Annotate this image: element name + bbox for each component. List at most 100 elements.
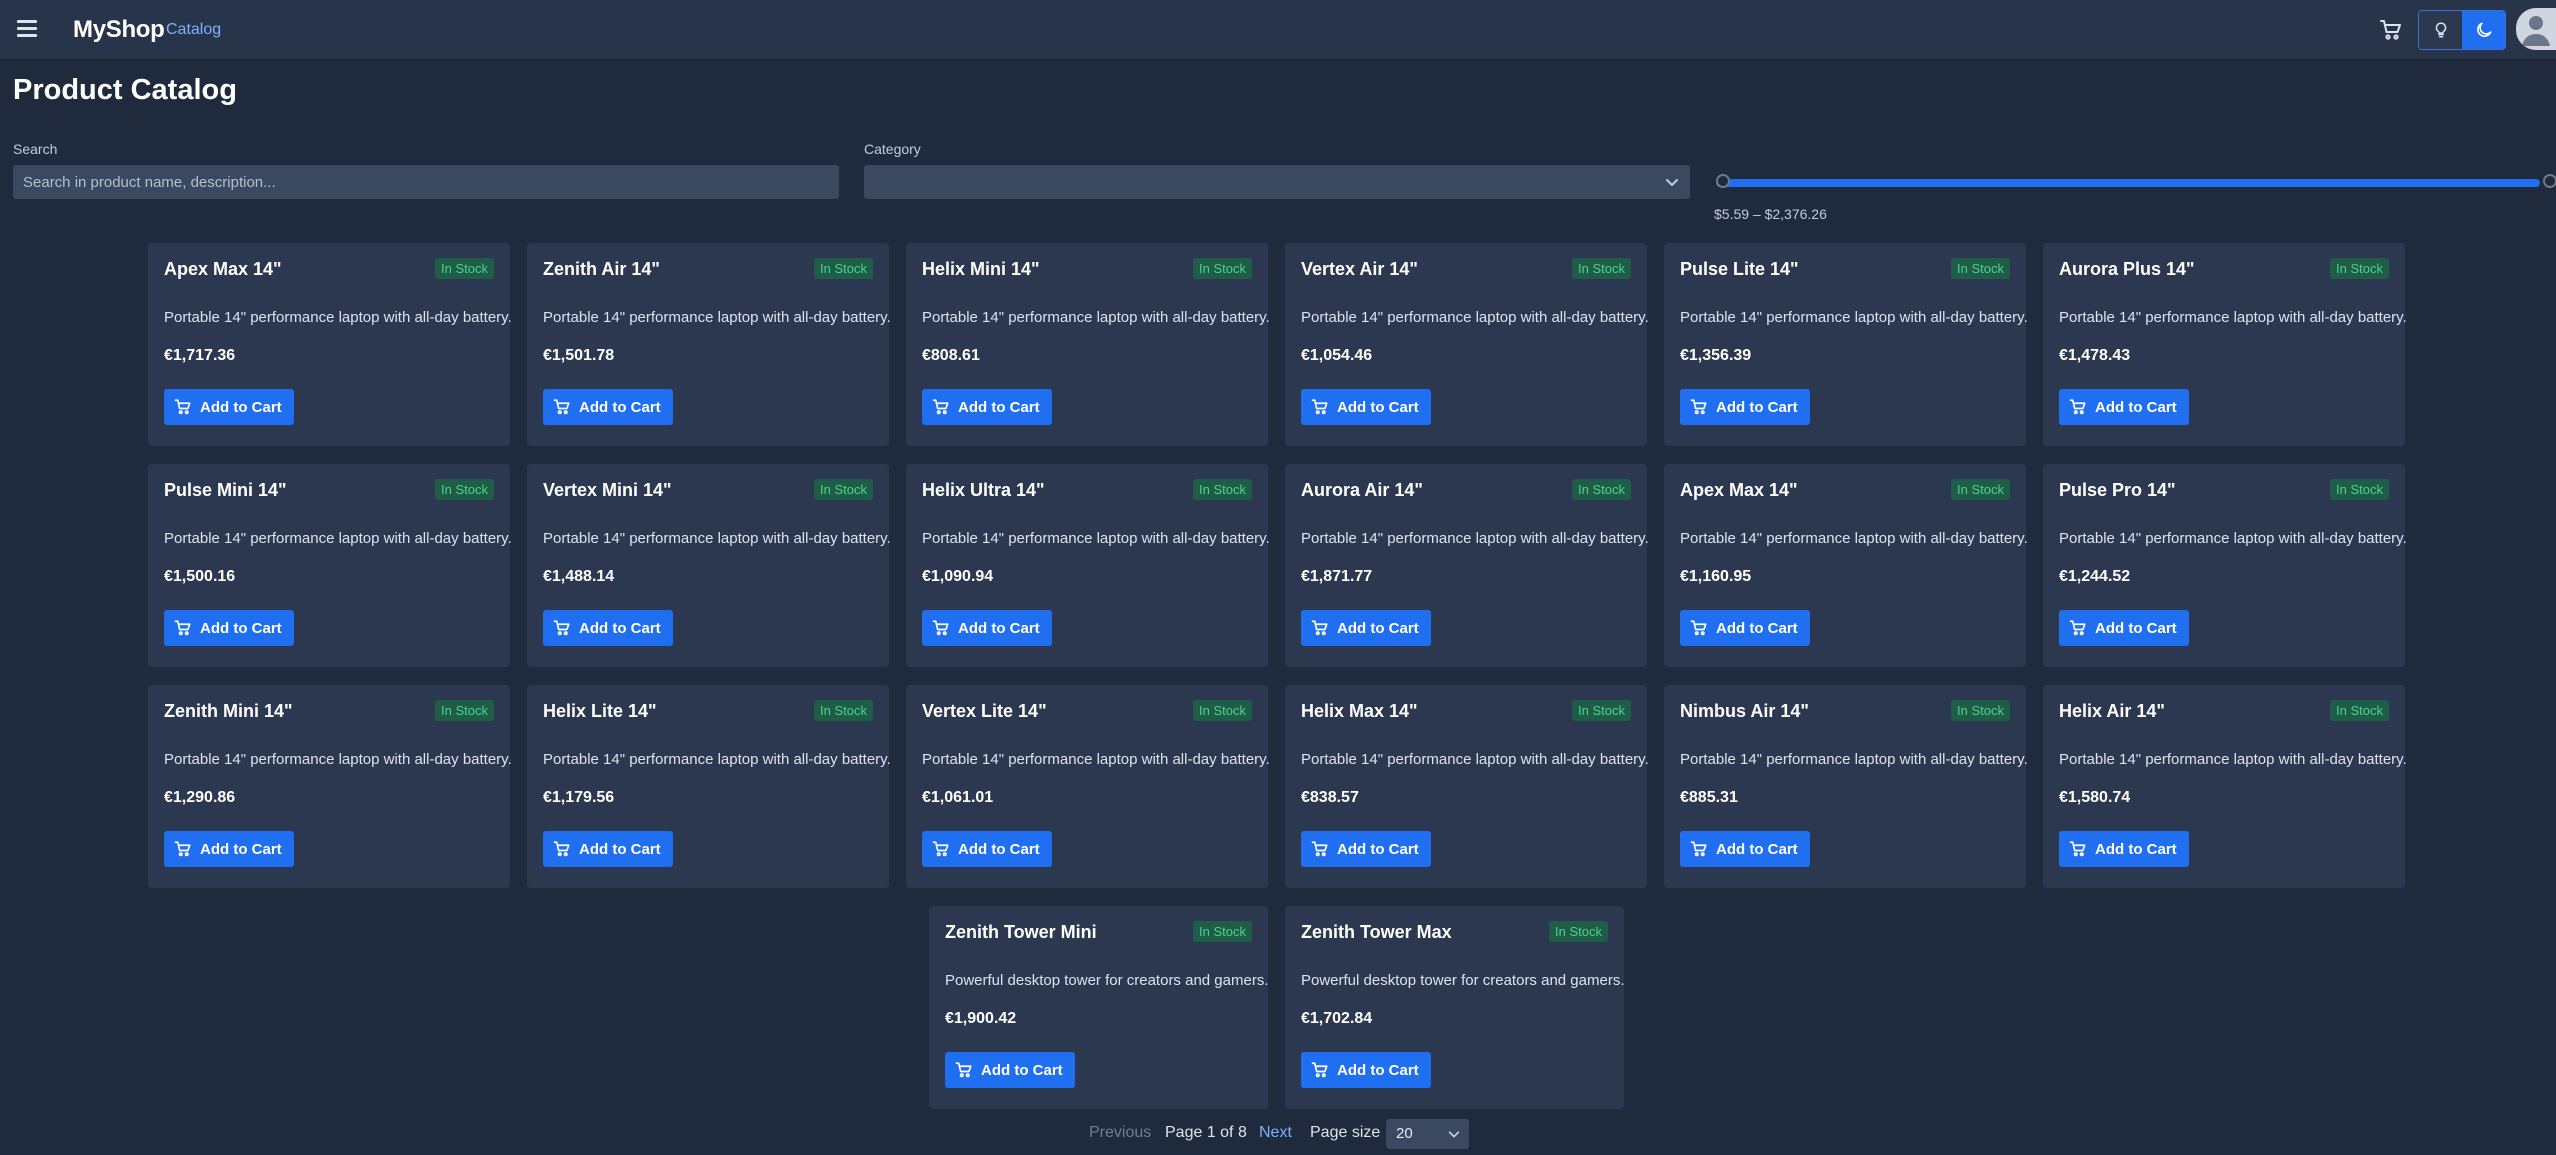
- page-title: Product Catalog: [13, 74, 237, 106]
- cart-icon: [553, 841, 570, 857]
- brand-logo[interactable]: MyShop: [73, 16, 165, 44]
- add-to-cart-button[interactable]: Add to Cart: [922, 389, 1052, 425]
- product-card: Zenith Tower Max In Stock Powerful deskt…: [1285, 906, 1624, 1109]
- add-to-cart-button[interactable]: Add to Cart: [945, 1052, 1075, 1088]
- user-avatar-button[interactable]: [2516, 8, 2556, 50]
- page-size-select[interactable]: 20: [1386, 1119, 1469, 1149]
- product-card: Helix Lite 14" In Stock Portable 14" per…: [527, 685, 891, 888]
- product-price: €1,090.94: [922, 568, 994, 585]
- product-name: Aurora Plus 14": [2059, 259, 2195, 279]
- add-to-cart-label: Add to Cart: [1716, 398, 1798, 416]
- moon-icon: [2476, 22, 2491, 37]
- add-to-cart-button[interactable]: Add to Cart: [1680, 610, 1810, 646]
- add-to-cart-label: Add to Cart: [1716, 840, 1798, 858]
- add-to-cart-label: Add to Cart: [200, 840, 282, 858]
- product-card: Helix Max 14" In Stock Portable 14" perf…: [1285, 685, 1649, 888]
- product-name: Pulse Mini 14": [164, 480, 287, 500]
- product-name: Helix Air 14": [2059, 701, 2165, 721]
- category-select[interactable]: [864, 165, 1690, 199]
- price-max-handle[interactable]: [2543, 174, 2556, 188]
- add-to-cart-label: Add to Cart: [981, 1061, 1063, 1079]
- add-to-cart-label: Add to Cart: [1337, 1061, 1419, 1079]
- price-min-handle[interactable]: [1716, 174, 1730, 188]
- stock-badge: In Stock: [814, 479, 873, 500]
- add-to-cart-button[interactable]: Add to Cart: [1301, 610, 1431, 646]
- product-card: Apex Max 14" In Stock Portable 14" perfo…: [148, 243, 512, 446]
- product-name: Vertex Mini 14": [543, 480, 672, 500]
- add-to-cart-button[interactable]: Add to Cart: [164, 610, 294, 646]
- cart-icon: [2069, 620, 2086, 636]
- add-to-cart-label: Add to Cart: [200, 398, 282, 416]
- cart-icon: [1690, 399, 1707, 415]
- product-card: Nimbus Air 14" In Stock Portable 14" per…: [1664, 685, 2028, 888]
- cart-button[interactable]: [2378, 18, 2404, 42]
- breadcrumb-catalog[interactable]: Catalog: [166, 21, 221, 39]
- add-to-cart-button[interactable]: Add to Cart: [543, 389, 673, 425]
- add-to-cart-button[interactable]: Add to Cart: [1301, 831, 1431, 867]
- stock-badge: In Stock: [1572, 479, 1631, 500]
- stock-badge: In Stock: [1572, 258, 1631, 279]
- stock-badge: In Stock: [1951, 700, 2010, 721]
- add-to-cart-button[interactable]: Add to Cart: [922, 610, 1052, 646]
- add-to-cart-label: Add to Cart: [2095, 398, 2177, 416]
- top-app-bar: MyShop Catalog: [0, 0, 2556, 59]
- product-price: €1,061.01: [922, 789, 994, 806]
- product-name: Pulse Pro 14": [2059, 480, 2176, 500]
- add-to-cart-button[interactable]: Add to Cart: [1680, 389, 1810, 425]
- search-label: Search: [13, 141, 58, 157]
- add-to-cart-button[interactable]: Add to Cart: [1301, 1052, 1431, 1088]
- previous-page-button[interactable]: Previous: [1089, 1124, 1151, 1142]
- cart-icon: [2380, 20, 2401, 40]
- product-price: €1,356.39: [1680, 347, 1752, 364]
- add-to-cart-button[interactable]: Add to Cart: [1680, 831, 1810, 867]
- add-to-cart-button[interactable]: Add to Cart: [543, 610, 673, 646]
- product-description: Portable 14" performance laptop with all…: [2059, 309, 2407, 326]
- product-description: Portable 14" performance laptop with all…: [164, 751, 512, 768]
- cart-icon: [1690, 620, 1707, 636]
- cart-icon: [1311, 1062, 1328, 1078]
- product-card: Pulse Mini 14" In Stock Portable 14" per…: [148, 464, 512, 667]
- cart-icon: [955, 1062, 972, 1078]
- product-name: Vertex Air 14": [1301, 259, 1418, 279]
- cart-icon: [174, 841, 191, 857]
- next-page-button[interactable]: Next: [1259, 1124, 1292, 1142]
- product-price: €1,500.16: [164, 568, 236, 585]
- add-to-cart-button[interactable]: Add to Cart: [543, 831, 673, 867]
- product-name: Pulse Lite 14": [1680, 259, 1799, 279]
- product-description: Portable 14" performance laptop with all…: [1301, 530, 1649, 547]
- add-to-cart-label: Add to Cart: [1716, 619, 1798, 637]
- product-name: Apex Max 14": [1680, 480, 1798, 500]
- add-to-cart-label: Add to Cart: [200, 619, 282, 637]
- add-to-cart-button[interactable]: Add to Cart: [1301, 389, 1431, 425]
- add-to-cart-button[interactable]: Add to Cart: [922, 831, 1052, 867]
- product-card: Zenith Tower Mini In Stock Powerful desk…: [929, 906, 1268, 1109]
- product-name: Vertex Lite 14": [922, 701, 1047, 721]
- price-range-track[interactable]: [1716, 179, 2540, 187]
- add-to-cart-label: Add to Cart: [1337, 840, 1419, 858]
- add-to-cart-button[interactable]: Add to Cart: [2059, 610, 2189, 646]
- product-description: Portable 14" performance laptop with all…: [922, 309, 1270, 326]
- product-card: Helix Air 14" In Stock Portable 14" perf…: [2043, 685, 2407, 888]
- product-name: Aurora Air 14": [1301, 480, 1423, 500]
- add-to-cart-label: Add to Cart: [2095, 840, 2177, 858]
- stock-badge: In Stock: [1193, 700, 1252, 721]
- stock-badge: In Stock: [814, 700, 873, 721]
- stock-badge: In Stock: [435, 479, 494, 500]
- page-size-label: Page size: [1310, 1124, 1381, 1141]
- product-name: Zenith Mini 14": [164, 701, 293, 721]
- product-card: Helix Ultra 14" In Stock Portable 14" pe…: [906, 464, 1270, 667]
- product-description: Portable 14" performance laptop with all…: [2059, 530, 2407, 547]
- product-price: €885.31: [1680, 789, 1738, 806]
- add-to-cart-button[interactable]: Add to Cart: [164, 389, 294, 425]
- add-to-cart-button[interactable]: Add to Cart: [164, 831, 294, 867]
- theme-toggle-group: [2418, 10, 2506, 50]
- stock-badge: In Stock: [2330, 700, 2389, 721]
- add-to-cart-button[interactable]: Add to Cart: [2059, 389, 2189, 425]
- search-input[interactable]: [13, 165, 839, 199]
- menu-button[interactable]: [14, 16, 40, 42]
- product-name: Helix Max 14": [1301, 701, 1418, 721]
- light-theme-button[interactable]: [2419, 11, 2462, 49]
- add-to-cart-button[interactable]: Add to Cart: [2059, 831, 2189, 867]
- dark-theme-button[interactable]: [2462, 11, 2505, 49]
- product-price: €1,580.74: [2059, 789, 2131, 806]
